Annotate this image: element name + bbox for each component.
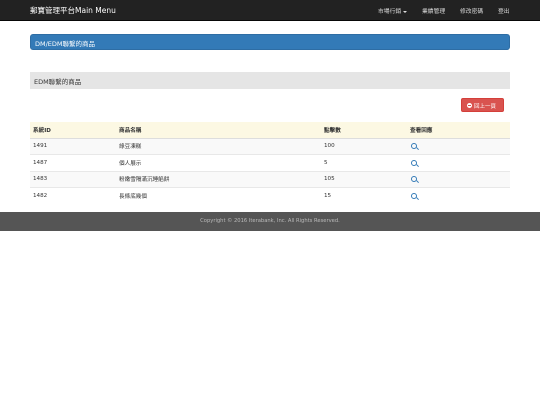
cell-clicks: 15 bbox=[321, 187, 407, 204]
col-header-clicks: 點擊數 bbox=[321, 122, 407, 139]
cell-id: 1487 bbox=[30, 154, 116, 171]
table-row: 1487 個人展示 5 bbox=[30, 154, 510, 171]
cell-name: 個人展示 bbox=[116, 154, 321, 171]
table-row: 1483 粉嫩雪隔滿沉睡餡餅 105 bbox=[30, 170, 510, 188]
cell-name: 長條底幾個 bbox=[116, 187, 321, 204]
footer: Copyright © 2016 Iterabank, Inc. All Rig… bbox=[0, 212, 540, 231]
cell-clicks: 105 bbox=[321, 170, 407, 188]
col-header-view: 查看回應 bbox=[407, 122, 510, 139]
search-icon[interactable] bbox=[411, 143, 417, 149]
search-icon[interactable] bbox=[411, 176, 417, 182]
page-title: DM/EDM聯繫的商品 bbox=[35, 40, 96, 48]
nav-logout[interactable]: 登出 bbox=[498, 6, 510, 15]
search-icon[interactable] bbox=[411, 159, 417, 166]
section-header: EDM聯繫的商品 bbox=[30, 72, 510, 89]
cell-id: 1482 bbox=[30, 187, 116, 204]
copyright-text: Copyright © 2016 Iterabank, Inc. All Rig… bbox=[200, 218, 340, 224]
table-row: 1482 長條底幾個 15 bbox=[30, 187, 510, 204]
page-title-panel: DM/EDM聯繫的商品 bbox=[30, 34, 510, 50]
cell-name: 粉嫩雪隔滿沉睡餡餅 bbox=[116, 170, 321, 188]
cell-view bbox=[407, 154, 510, 171]
table-row: 1491 綠豆凍糕 100 bbox=[30, 137, 510, 155]
cell-name: 綠豆凍糕 bbox=[116, 137, 321, 155]
circle-minus-icon bbox=[467, 102, 472, 108]
table-header-row: 系統ID 商品名稱 點擊數 查看回應 bbox=[30, 122, 510, 139]
cell-view bbox=[407, 187, 510, 204]
search-icon[interactable] bbox=[411, 192, 417, 199]
nav-change-password[interactable]: 修改密碼 bbox=[460, 6, 483, 15]
col-header-id: 系統ID bbox=[30, 122, 116, 139]
cell-id: 1491 bbox=[30, 137, 116, 155]
top-navbar: 郵寶管理平台Main Menu 市場行銷 業績管理 修改密碼 登出 bbox=[0, 0, 540, 21]
product-table: 系統ID 商品名稱 點擊數 查看回應 1491 綠豆凍糕 100 1487 個人… bbox=[30, 122, 510, 204]
cell-view bbox=[407, 137, 510, 155]
brand-link[interactable]: 郵寶管理平台Main Menu bbox=[30, 5, 116, 16]
cell-clicks: 100 bbox=[321, 137, 407, 155]
cell-clicks: 5 bbox=[321, 154, 407, 171]
caret-down-icon bbox=[403, 10, 408, 13]
back-button-label: 回上一頁 bbox=[474, 104, 497, 110]
col-header-name: 商品名稱 bbox=[116, 122, 321, 139]
cell-view bbox=[407, 170, 510, 188]
nav-performance[interactable]: 業績管理 bbox=[422, 6, 445, 15]
cell-id: 1483 bbox=[30, 170, 116, 188]
nav-marketing-dropdown[interactable]: 市場行銷 bbox=[378, 6, 408, 15]
back-button[interactable]: 回上一頁 bbox=[461, 98, 504, 112]
section-title: EDM聯繫的商品 bbox=[34, 78, 82, 86]
nav-marketing-label: 市場行銷 bbox=[378, 9, 402, 15]
